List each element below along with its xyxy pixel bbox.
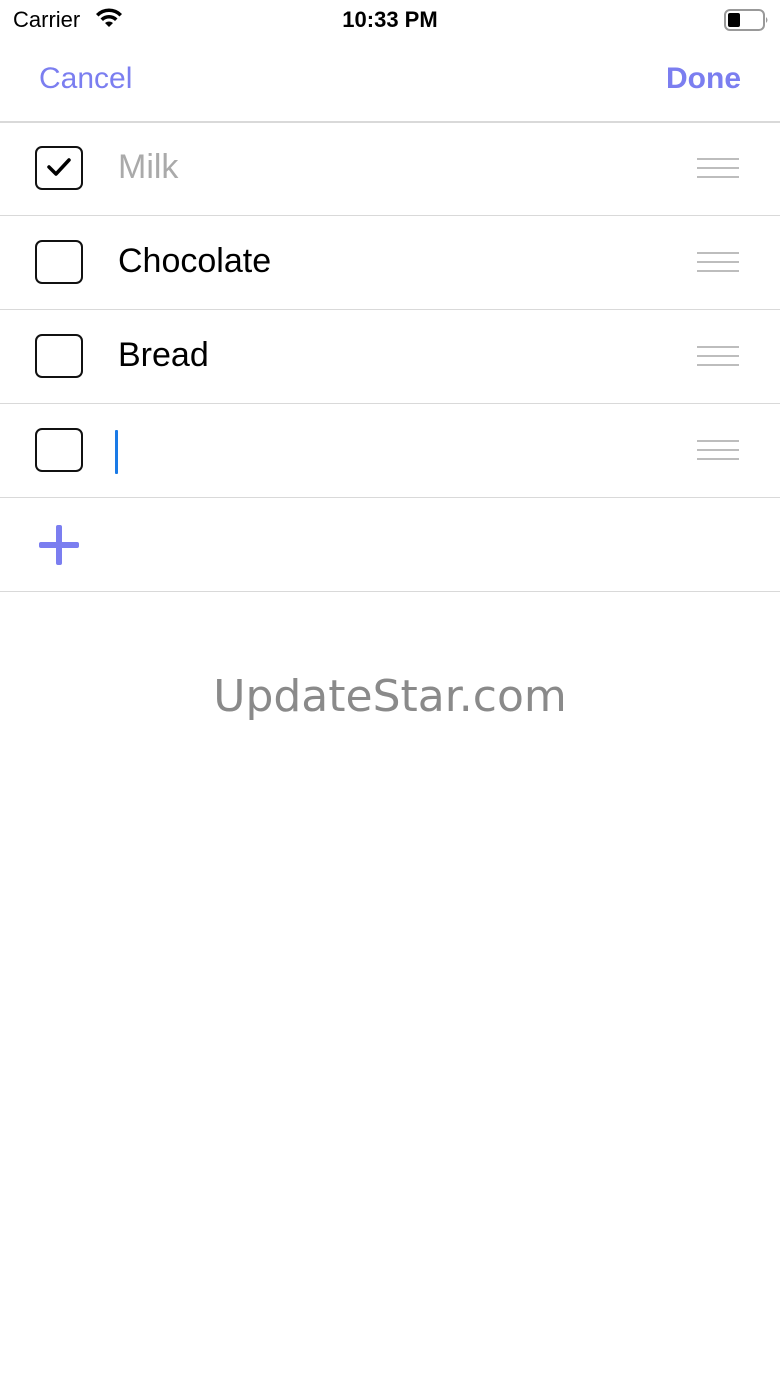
checkbox[interactable]	[35, 334, 83, 378]
plus-icon[interactable]	[39, 525, 79, 565]
cancel-button[interactable]: Cancel	[39, 61, 132, 97]
status-time: 10:33 PM	[342, 7, 438, 32]
item-label[interactable]: Chocolate	[118, 241, 271, 281]
nav-bar: Cancel Done	[0, 40, 780, 123]
done-button[interactable]: Done	[666, 61, 741, 97]
checkmark-icon	[47, 158, 71, 176]
checklist: Milk Chocolate Bread	[0, 122, 780, 592]
status-bar: Carrier 10:33 PM	[0, 0, 780, 40]
watermark: UpdateStar.com	[213, 671, 567, 722]
checkbox[interactable]	[35, 240, 83, 284]
checkbox-checked[interactable]	[35, 146, 83, 190]
item-label[interactable]: Bread	[118, 335, 209, 375]
drag-handle-icon[interactable]	[697, 158, 739, 180]
text-cursor	[115, 430, 118, 474]
drag-handle-icon[interactable]	[697, 346, 739, 368]
drag-handle-icon[interactable]	[697, 440, 739, 462]
add-item-row[interactable]	[0, 498, 780, 592]
drag-handle-icon[interactable]	[697, 252, 739, 274]
item-label[interactable]: Milk	[118, 147, 178, 187]
list-item[interactable]: Milk	[0, 122, 780, 216]
battery-icon	[724, 9, 768, 31]
list-item[interactable]: Chocolate	[0, 216, 780, 310]
list-item[interactable]: Bread	[0, 310, 780, 404]
checkbox[interactable]	[35, 428, 83, 472]
list-item-editing[interactable]	[0, 404, 780, 498]
